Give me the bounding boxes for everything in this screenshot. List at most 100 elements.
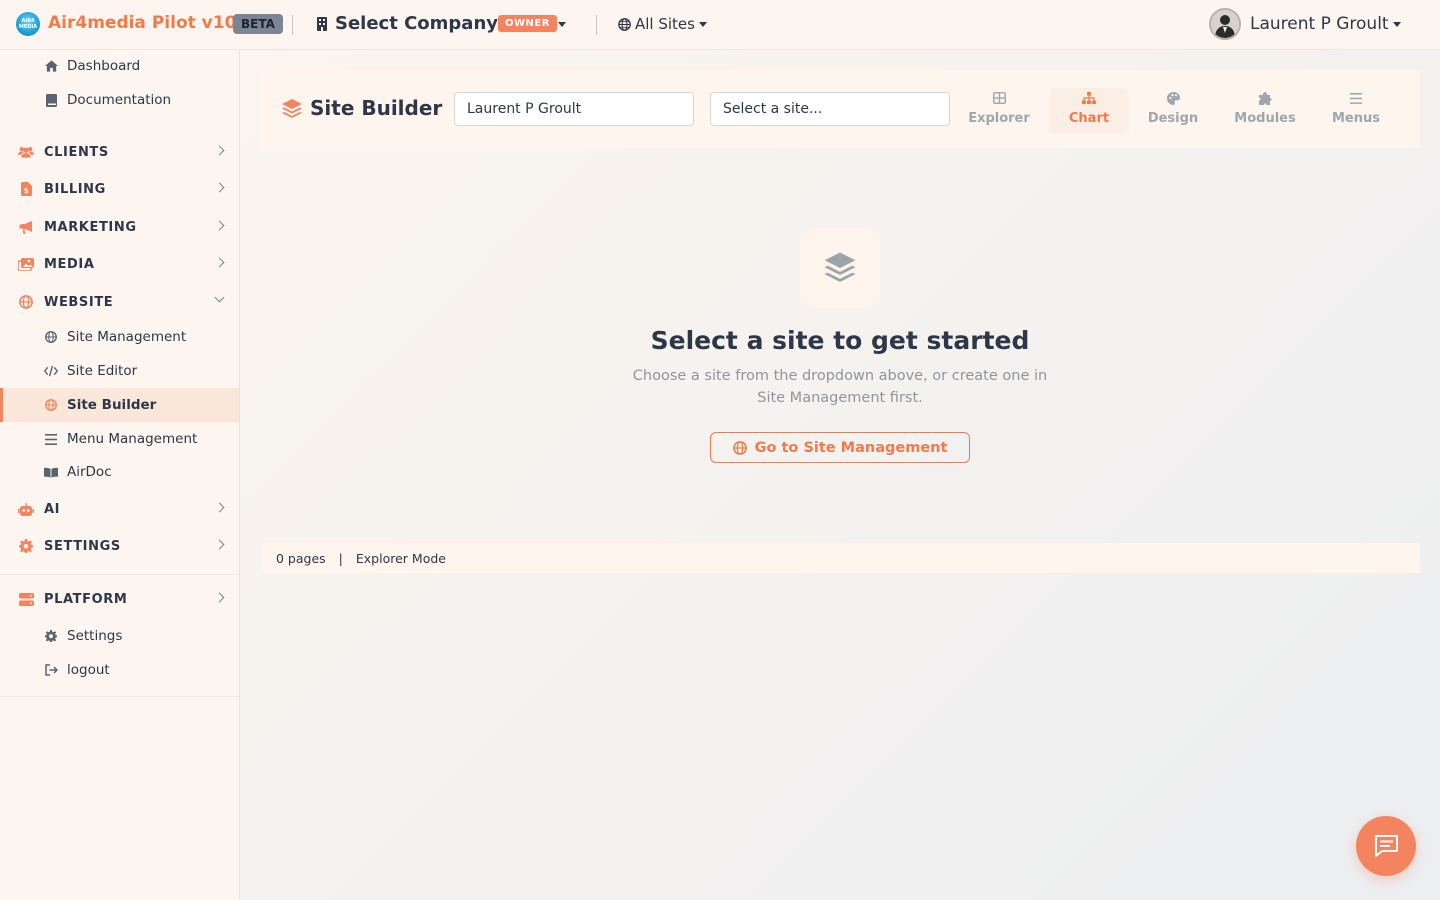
sidebar-item-dashboard[interactable]: Dashboard: [0, 49, 239, 83]
sidebar-section-website[interactable]: WEBSITE: [0, 285, 239, 319]
images-icon: [18, 256, 34, 272]
gear-icon: [44, 629, 58, 643]
sidebar-item-label: Site Management: [67, 329, 187, 345]
sidebar-item-label: Settings: [67, 628, 123, 644]
app-logo[interactable]: AIR4 MEDIA: [16, 12, 40, 36]
sidebar-item-label: logout: [67, 662, 110, 678]
chevron-right-icon: [214, 502, 225, 513]
bars-icon: [1349, 91, 1363, 105]
sidebar-section-label: AI: [44, 501, 61, 517]
chevron-down-icon: [214, 292, 225, 303]
sidebar-section-label: CLIENTS: [44, 144, 109, 160]
company-selector[interactable]: Select Company: [335, 13, 498, 34]
sidebar-item-site-management[interactable]: Site Management: [0, 320, 239, 354]
avatar: [1209, 8, 1241, 40]
tab-label: Chart: [1068, 111, 1110, 126]
layers-icon: [282, 99, 302, 118]
page-count: 0 pages: [276, 550, 326, 566]
status-bar: 0 pages | Explorer Mode: [260, 543, 1420, 573]
sidebar-section-marketing[interactable]: MARKETING: [0, 210, 239, 244]
divider: [292, 15, 293, 35]
chevron-right-icon: [214, 182, 225, 193]
sidebar-item-label: Dashboard: [67, 58, 141, 74]
open-book-icon: [44, 465, 58, 479]
sidebar-item-label: Site Builder: [67, 397, 157, 413]
sidebar-section-label: SETTINGS: [44, 538, 121, 554]
chevron-right-icon: [214, 145, 225, 156]
sites-label: All Sites: [635, 15, 695, 33]
tab-design[interactable]: Design: [1133, 88, 1213, 134]
sidebar-section-settings[interactable]: SETTINGS: [0, 529, 239, 563]
divider: [0, 696, 239, 697]
sidebar-item-label: Documentation: [67, 92, 172, 108]
sidebar-section-label: BILLING: [44, 181, 106, 197]
user-menu[interactable]: Laurent P Groult: [1209, 8, 1401, 40]
chevron-right-icon: [214, 592, 225, 603]
tab-label: Menus: [1331, 111, 1380, 126]
sidebar-section-media[interactable]: MEDIA: [0, 247, 239, 281]
chevron-down-icon: [698, 21, 707, 27]
globe-icon: [18, 294, 34, 310]
sidebar-item-menu-management[interactable]: Menu Management: [0, 422, 239, 456]
menu-icon: [44, 432, 58, 446]
sidebar-item-label: Menu Management: [67, 431, 198, 447]
invoice-icon: $: [18, 181, 34, 197]
sidebar-item-site-editor[interactable]: Site Editor: [0, 354, 239, 388]
tab-label: Explorer: [968, 111, 1030, 126]
svg-text:$: $: [23, 187, 28, 195]
mode-label: Explorer Mode: [355, 550, 446, 566]
sidebar-section-platform[interactable]: PLATFORM: [0, 582, 239, 616]
owner-badge: OWNER: [498, 15, 557, 32]
tab-chart[interactable]: Chart: [1049, 88, 1129, 134]
sidebar-item-platform-settings[interactable]: Settings: [0, 619, 239, 653]
grid-icon: [992, 91, 1006, 105]
sidebar-item-logout[interactable]: logout: [0, 653, 239, 687]
sidebar-section-label: MEDIA: [44, 256, 95, 272]
sidebar: Dashboard Documentation CLIENTS $ BILLIN…: [0, 50, 240, 900]
sidebar-section-clients[interactable]: CLIENTS: [0, 135, 239, 169]
empty-state-description: Choose a site from the dropdown above, o…: [632, 368, 1048, 406]
home-icon: [44, 59, 58, 73]
chevron-right-icon: [214, 257, 225, 268]
client-select[interactable]: Laurent P Groult: [454, 92, 694, 126]
go-to-site-management-button[interactable]: Go to Site Management: [710, 432, 970, 463]
sidebar-item-site-builder[interactable]: Site Builder: [0, 388, 239, 422]
chevron-down-icon[interactable]: [558, 22, 566, 27]
site-select[interactable]: Select a site...: [710, 92, 950, 126]
robot-icon: [18, 501, 34, 517]
tab-menus[interactable]: Menus: [1318, 88, 1394, 134]
chevron-down-icon: [1392, 21, 1401, 27]
sidebar-item-airdoc[interactable]: AirDoc: [0, 455, 239, 489]
tab-explorer[interactable]: Explorer: [957, 88, 1041, 134]
app-title[interactable]: Air4media Pilot v10: [48, 13, 236, 33]
sidebar-section-ai[interactable]: AI: [0, 492, 239, 526]
sidebar-section-billing[interactable]: $ BILLING: [0, 172, 239, 206]
sidebar-section-label: WEBSITE: [44, 294, 114, 310]
layers-icon: [824, 252, 856, 282]
sidebar-item-label: AirDoc: [67, 464, 112, 480]
sites-selector[interactable]: All Sites: [618, 15, 707, 33]
sidebar-item-label: Site Editor: [67, 363, 138, 379]
chat-button[interactable]: [1356, 816, 1416, 876]
server-icon: [18, 591, 34, 607]
sidebar-item-documentation[interactable]: Documentation: [0, 83, 239, 117]
sidebar-section-label: PLATFORM: [44, 591, 128, 607]
puzzle-icon: [1258, 91, 1272, 105]
user-name: Laurent P Groult: [1250, 14, 1389, 34]
sidebar-section-label: MARKETING: [44, 219, 137, 235]
chevron-right-icon: [214, 539, 225, 550]
palette-icon: [1166, 91, 1180, 105]
top-bar: AIR4 MEDIA Air4media Pilot v10 BETA Sele…: [0, 0, 1440, 50]
chevron-right-icon: [214, 220, 225, 231]
divider: [0, 574, 239, 575]
site-builder-header: Site Builder Laurent P Groult Select a s…: [260, 70, 1420, 148]
users-icon: [18, 144, 34, 160]
globe-icon: [44, 330, 58, 344]
code-icon: [44, 364, 58, 378]
book-icon: [44, 93, 58, 107]
page-title: Site Builder: [310, 96, 443, 120]
tab-label: Modules: [1234, 111, 1296, 126]
tab-modules[interactable]: Modules: [1220, 88, 1310, 134]
megaphone-icon: [18, 219, 34, 235]
globe-icon: [44, 398, 58, 412]
